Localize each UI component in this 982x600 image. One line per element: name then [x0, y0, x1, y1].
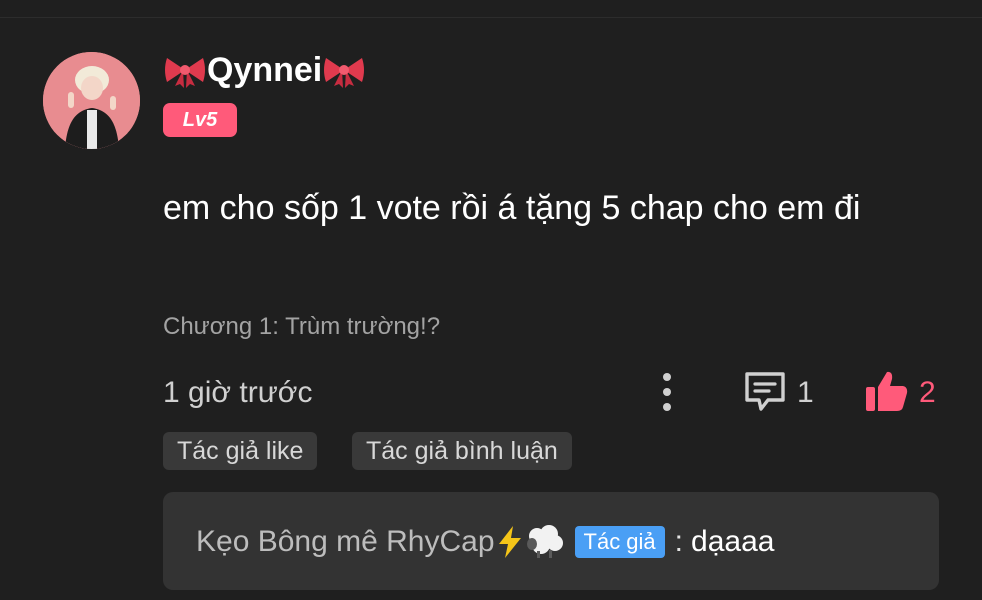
top-divider [0, 17, 982, 18]
author-like-tag: Tác giả like [163, 432, 318, 470]
level-badge: Lv5 [163, 103, 237, 137]
reply-line: Kẹo Bông mê RhyCap Tác giả : dạaaa [196, 522, 774, 562]
reply-separator: : [674, 525, 684, 558]
reply-box[interactable]: Kẹo Bông mê RhyCap Tác giả : dạaaa [163, 492, 939, 590]
lightning-icon [498, 526, 521, 558]
avatar[interactable] [43, 52, 140, 149]
avatar-image [43, 52, 140, 149]
comment-text: em cho sốp 1 vote rồi á tặng 5 chap cho … [163, 189, 861, 227]
timestamp: 1 giờ trước [163, 376, 313, 409]
sheep-icon [526, 525, 563, 558]
like-count: 2 [919, 376, 936, 409]
author-badge: Tác giả [574, 526, 665, 558]
username[interactable]: Qynnei [163, 48, 366, 92]
username-text[interactable]: Qynnei [207, 48, 322, 92]
author-reply-tag: Tác giả bình luận [352, 432, 572, 470]
thumbs-up-icon[interactable] [864, 368, 910, 414]
ribbon-bow-icon [165, 58, 205, 88]
ribbon-bow-icon [324, 58, 365, 88]
reply-author[interactable]: Kẹo Bông mê RhyCap [196, 525, 495, 559]
reply-text: dạaaa [691, 525, 775, 558]
reply-count: 1 [797, 376, 814, 409]
chapter-link[interactable]: Chương 1: Trùm trường!? [163, 312, 440, 342]
comment-icon[interactable] [742, 369, 788, 415]
more-vertical-icon[interactable] [652, 370, 682, 414]
